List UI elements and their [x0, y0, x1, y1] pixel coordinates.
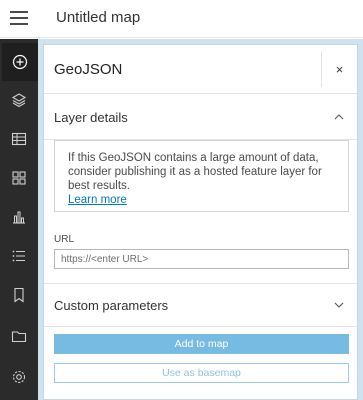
close-button[interactable]: ×: [321, 51, 357, 87]
url-input[interactable]: [54, 249, 349, 269]
layer-details-label: Layer details: [54, 110, 128, 125]
use-as-basemap-button[interactable]: Use as basemap: [54, 363, 349, 383]
folder-icon[interactable]: [0, 317, 38, 355]
settings-icon[interactable]: [0, 358, 38, 396]
list-icon[interactable]: [0, 237, 38, 275]
notice-text: If this GeoJSON contains a large amount …: [68, 152, 322, 192]
panel-header: GeoJSON ×: [44, 45, 357, 94]
panel-title: GeoJSON: [54, 61, 123, 78]
chevron-up-icon: [334, 114, 344, 120]
top-bar: Untitled map: [0, 0, 363, 38]
chevron-down-icon: [334, 302, 344, 308]
left-toolbar: [0, 39, 38, 400]
layer-details-header[interactable]: Layer details: [44, 96, 357, 140]
geojson-panel: GeoJSON × Layer details If this GeoJSON …: [43, 44, 358, 400]
custom-parameters-header[interactable]: Custom parameters: [44, 283, 357, 327]
map-title[interactable]: Untitled map: [56, 9, 140, 26]
url-label: URL: [54, 234, 75, 245]
large-data-notice: If this GeoJSON contains a large amount …: [54, 140, 349, 212]
custom-parameters-label: Custom parameters: [54, 297, 169, 313]
layers-icon[interactable]: [0, 81, 38, 119]
legend-icon[interactable]: [0, 159, 38, 197]
learn-more-link[interactable]: Learn more: [68, 193, 338, 207]
table-icon[interactable]: [0, 120, 38, 158]
bookmark-icon[interactable]: [0, 276, 38, 314]
hamburger-menu-icon[interactable]: [10, 11, 28, 25]
add-to-map-button[interactable]: Add to map: [54, 334, 349, 354]
charts-icon[interactable]: [0, 198, 38, 236]
add-icon[interactable]: [0, 43, 38, 81]
